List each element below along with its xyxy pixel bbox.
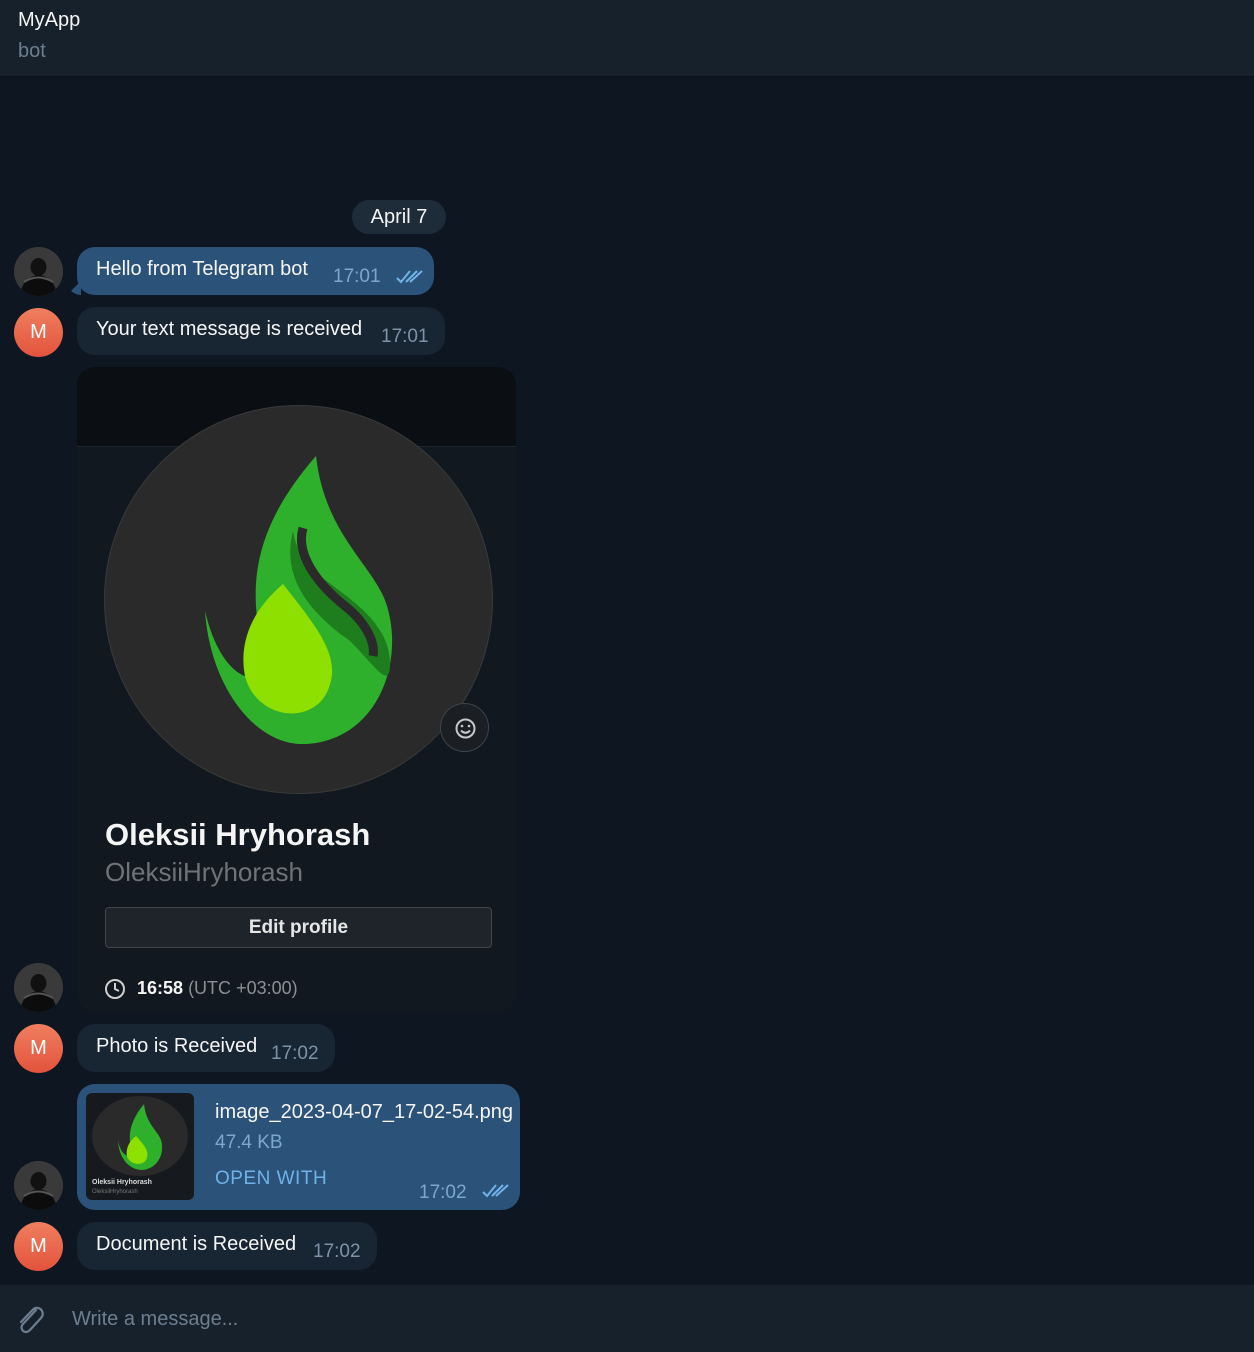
message-text: Document is Received xyxy=(96,1233,297,1255)
avatar-letter: M xyxy=(30,321,47,343)
timezone: (UTC +03:00) xyxy=(188,978,298,998)
file-size: 47.4 KB xyxy=(215,1132,283,1153)
clock-icon xyxy=(105,979,125,999)
message-time: 17:02 xyxy=(271,1043,319,1064)
avatar-letter: M xyxy=(30,1037,47,1059)
file-message[interactable]: Oleksii Hryhorash OleksiiHryhorash image… xyxy=(77,1084,520,1210)
avatar[interactable] xyxy=(14,963,63,1012)
message-time: 17:01 xyxy=(333,266,381,287)
read-ticks-icon xyxy=(396,270,423,284)
local-time-value: 16:58 xyxy=(137,978,184,998)
avatar[interactable] xyxy=(14,247,63,296)
avatar-photo-icon xyxy=(14,247,63,296)
photo-message[interactable]: Oleksii Hryhorash OleksiiHryhorash Edit … xyxy=(77,367,516,1012)
message-bubble[interactable]: Photo is Received 17:02 xyxy=(77,1024,335,1072)
message-bubble[interactable]: Document is Received 17:02 xyxy=(77,1222,377,1270)
message-input[interactable] xyxy=(60,1299,1210,1339)
date-separator: April 7 xyxy=(352,200,446,234)
avatar-letter: M xyxy=(30,1235,47,1257)
avatar-photo-icon xyxy=(14,1161,63,1210)
chat-header[interactable]: MyApp bot xyxy=(0,0,1254,77)
chat-title: MyApp xyxy=(18,9,81,31)
profile-photo xyxy=(104,405,493,794)
avatar[interactable] xyxy=(14,1161,63,1210)
avatar[interactable]: M xyxy=(14,308,63,357)
local-time: 16:58 (UTC +03:00) xyxy=(137,978,298,999)
edit-profile-button[interactable]: Edit profile xyxy=(105,907,492,948)
message-bubble[interactable]: Your text message is received 17:01 xyxy=(77,307,445,355)
message-time: 17:02 xyxy=(313,1241,361,1262)
read-ticks-icon xyxy=(482,1184,509,1198)
chat-subtitle: bot xyxy=(18,40,46,62)
profile-name: Oleksii Hryhorash xyxy=(105,817,371,852)
open-with-button[interactable]: OPEN WITH xyxy=(215,1168,327,1190)
file-name: image_2023-04-07_17-02-54.png xyxy=(215,1101,514,1123)
message-bubble[interactable]: Hello from Telegram bot 17:01 xyxy=(77,247,434,295)
profile-handle: OleksiiHryhorash xyxy=(105,857,303,887)
message-text: Hello from Telegram bot xyxy=(96,258,308,280)
thumbnail-handle: OleksiiHryhorash xyxy=(92,1189,138,1195)
message-time: 17:01 xyxy=(381,326,429,347)
message-text: Photo is Received xyxy=(96,1035,258,1057)
avatar[interactable]: M xyxy=(14,1222,63,1271)
file-thumbnail[interactable]: Oleksii Hryhorash OleksiiHryhorash xyxy=(86,1093,194,1200)
message-text: Your text message is received xyxy=(96,318,363,340)
message-composer xyxy=(0,1285,1254,1352)
flame-logo-icon xyxy=(118,1104,163,1170)
avatar[interactable]: M xyxy=(14,1024,63,1073)
attach-icon[interactable] xyxy=(14,1302,46,1338)
thumbnail-name: Oleksii Hryhorash xyxy=(92,1179,152,1186)
message-time: 17:02 xyxy=(419,1182,467,1203)
thumbnail-photo xyxy=(92,1096,188,1176)
emoji-button[interactable] xyxy=(440,703,489,752)
flame-logo-icon xyxy=(205,456,393,745)
avatar-photo-icon xyxy=(14,963,63,1012)
emoji-icon xyxy=(455,718,476,739)
